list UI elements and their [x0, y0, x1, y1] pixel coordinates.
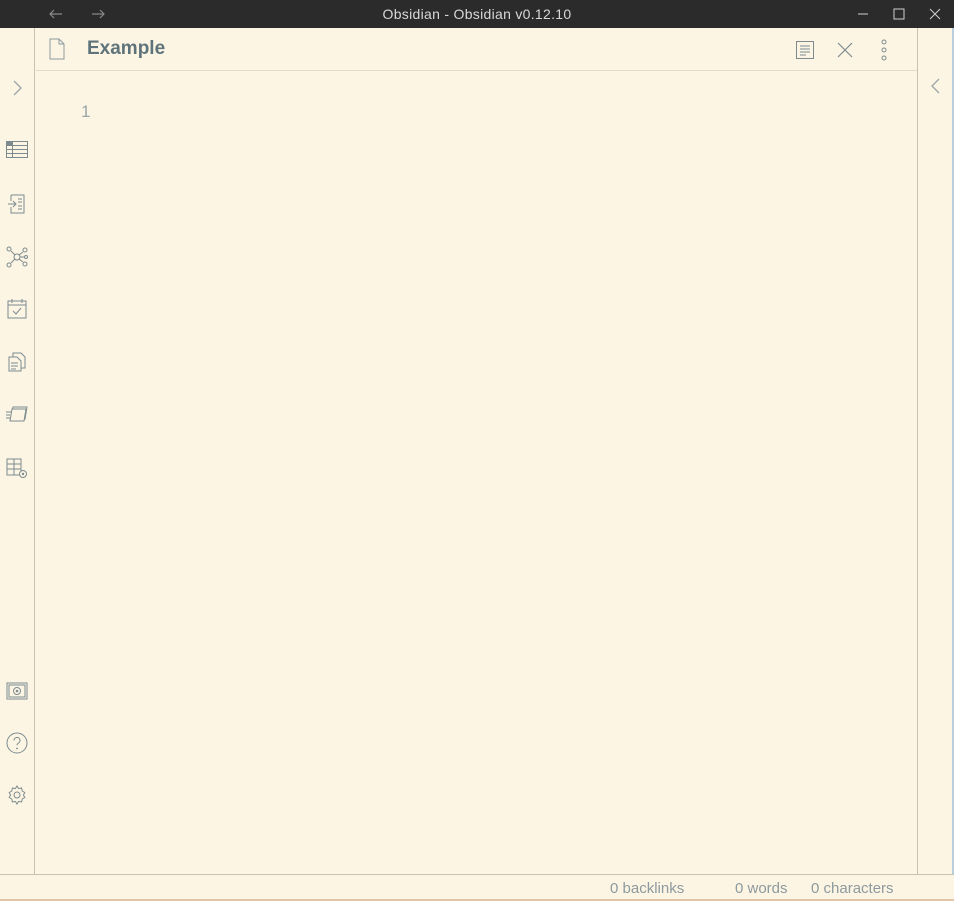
- close-window-button[interactable]: [917, 0, 953, 28]
- editor[interactable]: 1: [36, 72, 917, 874]
- table-settings-icon[interactable]: [5, 456, 29, 480]
- maximize-button[interactable]: [881, 0, 917, 28]
- slides-icon[interactable]: [5, 402, 29, 426]
- vault-icon[interactable]: [5, 679, 29, 703]
- title-bar: Obsidian - Obsidian v0.12.10: [0, 0, 954, 28]
- calendar-check-icon[interactable]: [5, 297, 29, 321]
- help-icon[interactable]: [5, 731, 29, 755]
- documents-icon[interactable]: [5, 350, 29, 374]
- right-ribbon: [917, 28, 954, 874]
- chevron-right-icon[interactable]: [5, 76, 29, 100]
- left-ribbon: [0, 28, 35, 874]
- backlinks-count[interactable]: 0 backlinks: [610, 880, 684, 897]
- file-icon: [47, 38, 67, 60]
- import-icon[interactable]: [5, 192, 29, 216]
- minimize-button[interactable]: [845, 0, 881, 28]
- table-icon[interactable]: [5, 138, 29, 162]
- chevron-left-icon[interactable]: [926, 76, 946, 96]
- pane-header: Example: [36, 28, 917, 71]
- settings-icon[interactable]: [5, 784, 29, 808]
- preview-icon[interactable]: [793, 38, 817, 62]
- more-options-icon[interactable]: [872, 38, 896, 62]
- pane-title[interactable]: Example: [87, 38, 165, 60]
- close-icon[interactable]: [833, 38, 857, 62]
- character-count: 0 characters: [811, 880, 894, 897]
- graph-icon[interactable]: [5, 245, 29, 269]
- word-count: 0 words: [735, 880, 788, 897]
- line-number: 1: [81, 102, 91, 121]
- window-title: Obsidian - Obsidian v0.12.10: [382, 6, 572, 22]
- status-bar: 0 backlinks 0 words 0 characters: [0, 874, 954, 901]
